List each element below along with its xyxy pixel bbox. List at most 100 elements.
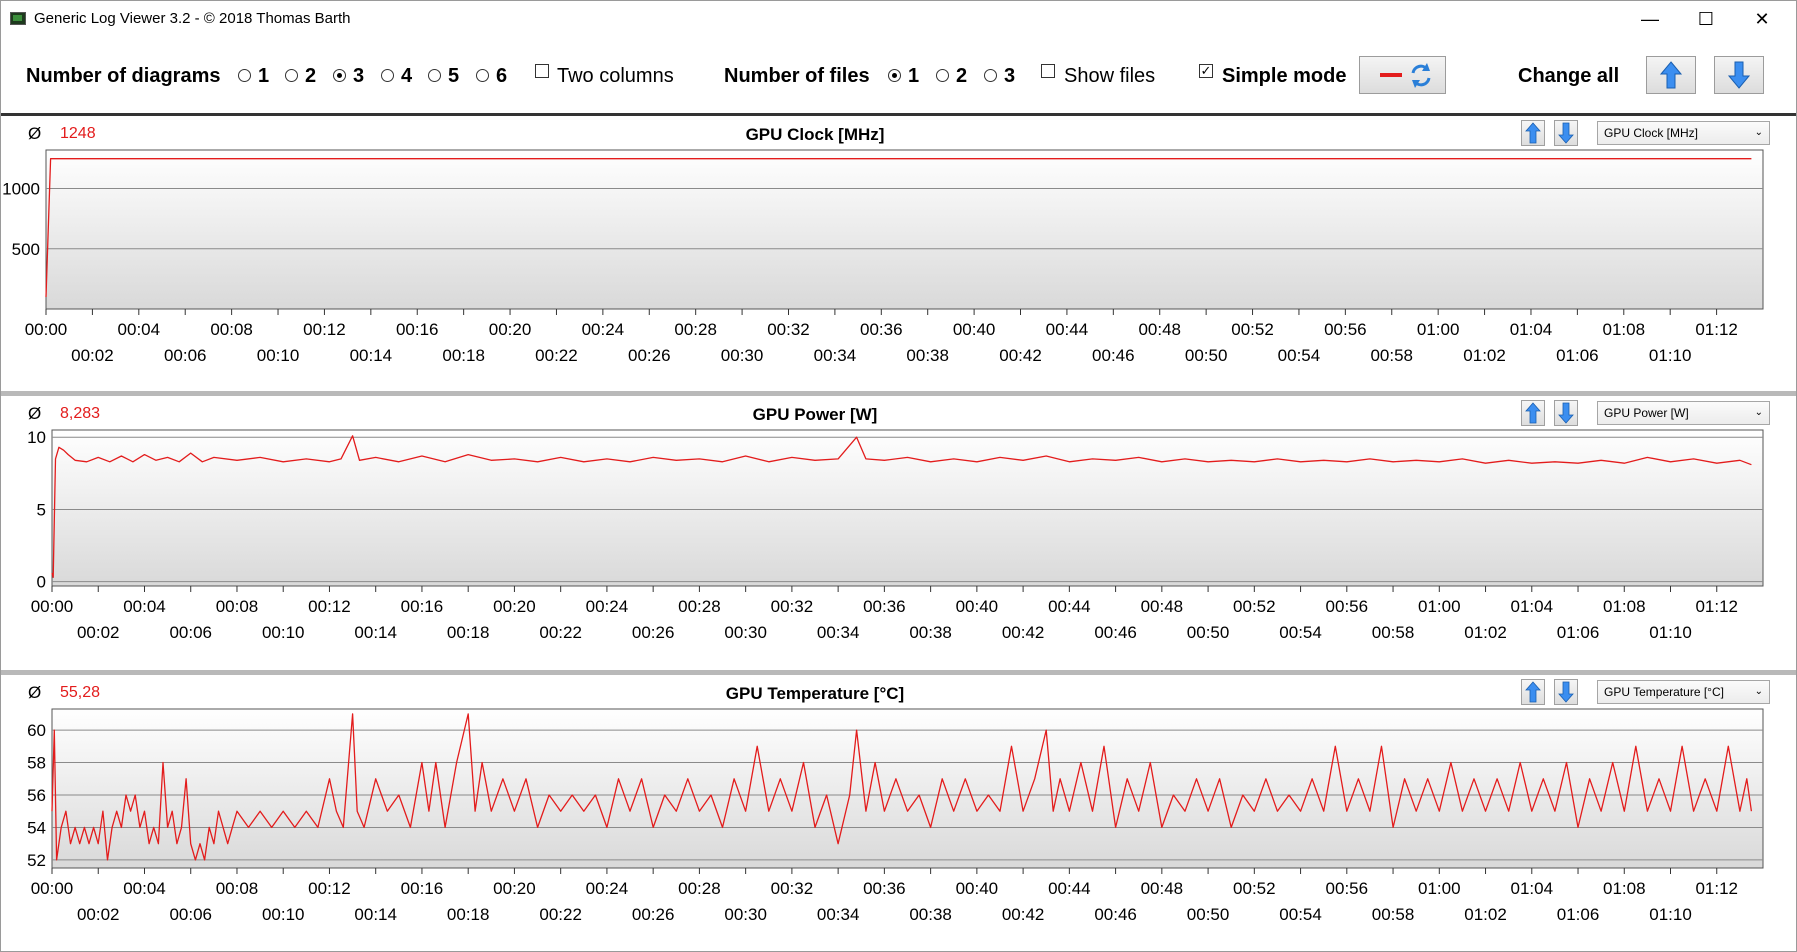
diagram-panel-2: Ø 8,283 GPU Power [W] GPU Power [W] ⌄ 05… bbox=[0, 396, 1797, 670]
num-files-label: Number of files bbox=[724, 65, 870, 87]
change-all-down-button[interactable] bbox=[1714, 56, 1764, 94]
x-tick-label: 00:48 bbox=[1138, 320, 1181, 339]
two-columns-checkbox[interactable] bbox=[535, 64, 549, 78]
y-tick-label: 10 bbox=[27, 428, 46, 447]
two-columns-label: Two columns bbox=[557, 65, 674, 87]
diagrams-radio-2-label: 2 bbox=[305, 65, 317, 87]
x-tick-label: 00:46 bbox=[1094, 905, 1137, 924]
x-tick-label: 00:38 bbox=[909, 905, 952, 924]
x-tick-label: 00:42 bbox=[1002, 623, 1045, 642]
x-tick-label: 00:48 bbox=[1141, 597, 1184, 616]
x-tick-label: 00:58 bbox=[1372, 905, 1415, 924]
x-tick-label: 00:00 bbox=[31, 879, 74, 898]
x-tick-label: 01:04 bbox=[1511, 597, 1554, 616]
arrow-down-icon bbox=[1727, 61, 1751, 89]
diagrams-radio-5[interactable] bbox=[428, 69, 441, 82]
x-tick-label: 00:26 bbox=[632, 905, 675, 924]
x-tick-label: 00:52 bbox=[1233, 597, 1276, 616]
x-tick-label: 00:42 bbox=[1002, 905, 1045, 924]
x-tick-label: 00:32 bbox=[771, 879, 814, 898]
x-tick-label: 00:56 bbox=[1326, 879, 1369, 898]
diagrams-radio-6-label: 6 bbox=[496, 65, 508, 87]
x-tick-label: 00:00 bbox=[31, 597, 74, 616]
diagram-panel-3: Ø 55,28 GPU Temperature [°C] GPU Tempera… bbox=[0, 675, 1797, 952]
x-tick-label: 00:06 bbox=[169, 623, 212, 642]
x-tick-label: 00:38 bbox=[906, 346, 949, 365]
y-tick-label: 5 bbox=[37, 500, 46, 519]
diagrams-radio-1[interactable] bbox=[238, 69, 251, 82]
files-radio-1-label: 1 bbox=[908, 65, 920, 87]
diagrams-radio-2[interactable] bbox=[285, 69, 298, 82]
show-files-checkbox[interactable] bbox=[1041, 64, 1055, 78]
change-all-up-button[interactable] bbox=[1646, 56, 1696, 94]
x-tick-label: 00:34 bbox=[817, 905, 860, 924]
plot-area bbox=[45, 149, 1764, 310]
x-tick-label: 01:12 bbox=[1695, 320, 1738, 339]
x-tick-label: 01:02 bbox=[1463, 346, 1506, 365]
minimize-button[interactable]: — bbox=[1620, 0, 1680, 38]
x-tick-label: 01:08 bbox=[1603, 879, 1646, 898]
x-tick-label: 00:36 bbox=[863, 879, 906, 898]
x-tick-label: 00:30 bbox=[724, 623, 767, 642]
y-tick-label: 1000 bbox=[2, 180, 40, 199]
diagrams-radio-5-label: 5 bbox=[448, 65, 460, 87]
x-tick-label: 00:26 bbox=[632, 623, 675, 642]
x-tick-label: 00:04 bbox=[123, 597, 166, 616]
x-tick-label: 00:06 bbox=[164, 346, 207, 365]
x-tick-label: 00:50 bbox=[1187, 623, 1230, 642]
x-tick-label: 00:22 bbox=[539, 623, 582, 642]
x-tick-label: 00:16 bbox=[401, 597, 444, 616]
diagram-panel-1: Ø 1248 GPU Clock [MHz] GPU Clock [MHz] ⌄… bbox=[0, 116, 1797, 391]
files-radio-2-label: 2 bbox=[956, 65, 968, 87]
line-color-button[interactable] bbox=[1359, 56, 1446, 94]
y-tick-label: 60 bbox=[27, 721, 46, 740]
plot-area bbox=[51, 708, 1764, 869]
x-tick-label: 01:04 bbox=[1510, 320, 1553, 339]
diagrams-radio-6[interactable] bbox=[476, 69, 489, 82]
x-tick-label: 00:36 bbox=[860, 320, 903, 339]
diagrams-radio-3[interactable] bbox=[333, 69, 346, 82]
x-tick-label: 00:16 bbox=[401, 879, 444, 898]
x-tick-label: 01:10 bbox=[1649, 623, 1692, 642]
diagrams-radio-3-label: 3 bbox=[353, 65, 365, 87]
x-tick-label: 00:02 bbox=[71, 346, 114, 365]
files-radio-2[interactable] bbox=[936, 69, 949, 82]
y-tick-label: 52 bbox=[27, 851, 46, 870]
x-tick-label: 00:08 bbox=[210, 320, 253, 339]
x-tick-label: 00:06 bbox=[169, 905, 212, 924]
close-button[interactable]: ✕ bbox=[1732, 0, 1792, 38]
x-tick-label: 01:00 bbox=[1418, 597, 1461, 616]
simple-mode-checkbox[interactable]: ✓ bbox=[1199, 64, 1213, 78]
x-tick-label: 00:14 bbox=[350, 346, 393, 365]
files-radio-3[interactable] bbox=[984, 69, 997, 82]
files-radio-1[interactable] bbox=[888, 69, 901, 82]
x-tick-label: 00:22 bbox=[535, 346, 578, 365]
num-diagrams-label: Number of diagrams bbox=[26, 65, 221, 87]
gpu-temperature-chart: 52 54 56 58 60 00:00 00:04 00:08 00:12 00:16 00:20… bbox=[27, 708, 1764, 924]
x-tick-label: 01:10 bbox=[1649, 905, 1692, 924]
x-tick-label: 01:06 bbox=[1557, 905, 1600, 924]
y-tick-label: 56 bbox=[27, 786, 46, 805]
x-tick-label: 00:14 bbox=[354, 905, 397, 924]
x-tick-label: 00:10 bbox=[257, 346, 300, 365]
x-tick-label: 00:30 bbox=[724, 905, 767, 924]
x-tick-label: 00:56 bbox=[1326, 597, 1369, 616]
x-tick-label: 00:16 bbox=[396, 320, 439, 339]
diagrams-radio-4[interactable] bbox=[381, 69, 394, 82]
x-tick-label: 00:58 bbox=[1372, 623, 1415, 642]
x-tick-label: 00:30 bbox=[721, 346, 764, 365]
x-tick-label: 01:06 bbox=[1556, 346, 1599, 365]
x-tick-label: 00:32 bbox=[767, 320, 810, 339]
x-tick-label: 00:38 bbox=[909, 623, 952, 642]
x-tick-label: 00:34 bbox=[814, 346, 857, 365]
x-tick-label: 01:00 bbox=[1418, 879, 1461, 898]
maximize-button[interactable]: ☐ bbox=[1676, 0, 1736, 38]
diagrams-radio-4-label: 4 bbox=[401, 65, 413, 87]
change-all-label: Change all bbox=[1518, 65, 1620, 87]
x-tick-label: 00:08 bbox=[216, 597, 259, 616]
x-tick-label: 01:08 bbox=[1603, 597, 1646, 616]
arrow-up-icon bbox=[1659, 61, 1683, 89]
x-tick-label: 00:40 bbox=[956, 879, 999, 898]
x-tick-label: 00:10 bbox=[262, 905, 305, 924]
x-tick-label: 00:10 bbox=[262, 623, 305, 642]
